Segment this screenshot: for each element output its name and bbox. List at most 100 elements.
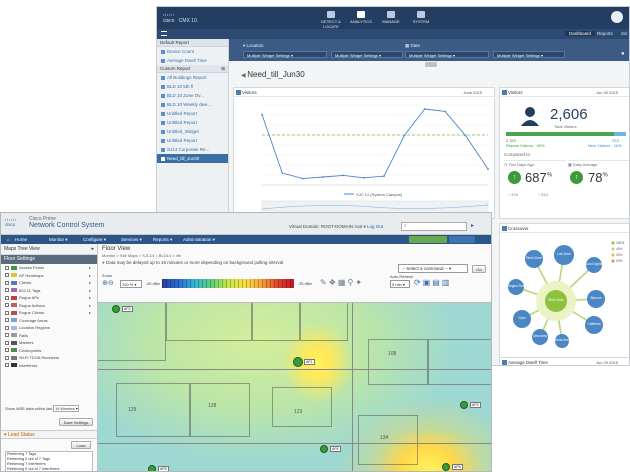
nav-monitor[interactable]: Monitor ▾ [49, 236, 68, 243]
sidebar-item[interactable]: SJ14 Corporate Re... [157, 145, 228, 154]
layer-row[interactable]: Rails [1, 332, 97, 340]
layer-checkbox[interactable] [5, 273, 9, 277]
mse-interval-select[interactable]: 15 Minutes ▾ [53, 405, 79, 412]
layer-row[interactable]: AP Heatmaps ▸ [1, 272, 97, 280]
nav-home[interactable]: Home [15, 236, 27, 243]
sidebar-item[interactable]: BLD 10 Weekly dwe... [157, 100, 228, 109]
layer-row[interactable]: Interferers [1, 362, 97, 370]
location-select[interactable]: Multiple Widget Settings ▾ [243, 51, 327, 58]
layers-icon[interactable]: ❖ [329, 278, 338, 287]
layer-checkbox[interactable] [5, 363, 9, 367]
sidebar-item[interactable]: Untitled_Widget [157, 127, 228, 136]
layer-checkbox[interactable] [5, 325, 9, 330]
breadcrumb[interactable]: Monitor > Site Maps > SJC14 > BLD14 > 4t… [102, 253, 181, 258]
load-status-header[interactable]: ▾ Load Status [1, 430, 97, 439]
search-go-icon[interactable]: ▸ [471, 222, 474, 229]
layer-expand-icon[interactable]: ▸ [89, 264, 91, 272]
layer-checkbox[interactable] [5, 280, 9, 285]
layer-row[interactable]: Chokepoints [1, 347, 97, 355]
expand-icon[interactable]: ▸ [91, 244, 94, 255]
layer-expand-icon[interactable]: ▸ [89, 294, 91, 302]
layer-expand-icon[interactable]: ▸ [89, 302, 91, 310]
location-select-2[interactable]: Multiple Widget Settings ▾ [331, 51, 403, 58]
zoom-out-icon[interactable]: ⊖ [108, 280, 114, 287]
access-point-marker[interactable] [320, 445, 328, 453]
access-point-marker[interactable] [442, 463, 450, 471]
access-point-marker[interactable] [460, 401, 468, 409]
layer-checkbox[interactable] [5, 318, 9, 322]
filter-collapse-toggle[interactable] [425, 62, 437, 67]
settings-icon[interactable]: ✦ [355, 278, 364, 287]
sidebar-item[interactable]: Untitled Report [157, 118, 228, 127]
sidebar-item[interactable]: BLD 10 Zone Ov... [157, 91, 228, 100]
layer-checkbox[interactable] [5, 333, 9, 337]
layer-row[interactable]: Rogue APs ▸ [1, 294, 97, 302]
alarm-summary-green[interactable] [409, 236, 447, 243]
layer-checkbox[interactable] [5, 340, 9, 345]
sidebar-item[interactable]: Untitled Report [157, 136, 228, 145]
tab-reports[interactable]: Reports [597, 31, 613, 36]
layer-row[interactable]: 802.11 Tags ▸ [1, 287, 97, 295]
layer-expand-icon[interactable]: ▸ [89, 279, 91, 287]
layer-row[interactable]: Rogue Adhocs ▸ [1, 302, 97, 310]
home-icon[interactable]: ⌂ [7, 236, 10, 243]
auto-refresh-select[interactable]: 5 min ▾ [390, 280, 410, 288]
nav-reports[interactable]: Reports ▾ [153, 236, 172, 243]
sidebar-item-device-count[interactable]: Device Count [157, 47, 228, 56]
layer-checkbox[interactable] [5, 288, 9, 292]
nav-system[interactable]: SYSTEM [407, 10, 435, 27]
ruler-icon[interactable]: ✎ [320, 278, 329, 287]
user-avatar[interactable] [611, 11, 623, 23]
search-input[interactable]: ⌕ [401, 222, 467, 231]
layer-expand-icon[interactable]: ▸ [89, 309, 91, 317]
layer-row[interactable]: Wi-Fi TDOA Receivers [1, 354, 97, 362]
nav-analytics[interactable]: ANALYTICS [347, 10, 375, 27]
hamburger-menu-icon[interactable] [161, 31, 167, 36]
layer-checkbox[interactable] [5, 303, 9, 307]
layer-checkbox[interactable] [5, 295, 9, 300]
nav-administration[interactable]: Administration ▾ [183, 236, 215, 243]
layer-row[interactable]: Location Regions [1, 324, 97, 332]
grid-icon[interactable]: ▦ [338, 278, 348, 287]
layer-checkbox[interactable] [5, 310, 9, 315]
sidebar-item-selected[interactable]: Need_till_Jun30 [157, 154, 228, 163]
date-select[interactable]: Multiple Widget Settings ▾ [405, 51, 489, 58]
add-report-icon[interactable]: ⊞ [221, 65, 225, 73]
layer-expand-icon[interactable]: ▸ [89, 287, 91, 295]
command-select[interactable]: -- Select a command -- ▾ [398, 264, 468, 273]
refresh-icon[interactable]: ⟳ [414, 278, 423, 287]
info-icon[interactable]: ● [621, 51, 625, 57]
access-point-marker[interactable] [112, 305, 120, 313]
go-button[interactable]: Go [472, 265, 486, 273]
layer-checkbox[interactable] [5, 355, 9, 360]
floor-settings-header[interactable]: Floor Settings [1, 255, 97, 264]
layer-row[interactable]: Rogue Clients ▸ [1, 309, 97, 317]
sidebar-item-avg-dwell[interactable]: Average Dwell Time [157, 56, 228, 65]
tab-scr[interactable]: Scr [621, 31, 628, 36]
layer-checkbox[interactable] [5, 348, 9, 352]
floor-heatmap[interactable]: 129 128 108 123 134 AP1 AP2 AP3 AP4 AP5 … [98, 302, 491, 471]
sidebar-item[interactable]: Untitled Report [157, 109, 228, 118]
save-settings-button[interactable]: Save Settings [59, 418, 93, 426]
layer-row[interactable]: Coverage Areas [1, 317, 97, 325]
layer-checkbox[interactable] [5, 265, 9, 270]
tab-dashboard[interactable]: Dashboard [565, 31, 596, 36]
export-icon[interactable]: ▥ [442, 278, 452, 287]
layer-row[interactable]: Access Points ▸ [1, 264, 97, 272]
layer-row[interactable]: Clients ▸ [1, 279, 97, 287]
load-button[interactable]: Load [71, 441, 91, 449]
nav-configure[interactable]: Configure ▾ [83, 236, 106, 243]
access-point-marker[interactable] [148, 465, 156, 471]
alarm-summary-blue[interactable] [449, 236, 475, 243]
print-icon[interactable]: ▤ [432, 278, 442, 287]
nav-detect-locate[interactable]: DETECT & LOCATE [317, 10, 345, 29]
maps-tree-view[interactable]: Maps Tree View ▸ [1, 244, 97, 255]
fullscreen-icon[interactable]: ▣ [423, 278, 433, 287]
date-select-2[interactable]: Multiple Widget Settings ▾ [493, 51, 565, 58]
zoom-select[interactable]: 100 % ▾ [120, 280, 142, 288]
sidebar-item[interactable]: BLD 10 5th fl [157, 82, 228, 91]
layer-expand-icon[interactable]: ▸ [89, 272, 91, 280]
access-point-marker[interactable] [293, 357, 303, 367]
nav-manage[interactable]: MANAGE [377, 10, 405, 27]
logout-link[interactable]: Log Out [367, 224, 383, 229]
